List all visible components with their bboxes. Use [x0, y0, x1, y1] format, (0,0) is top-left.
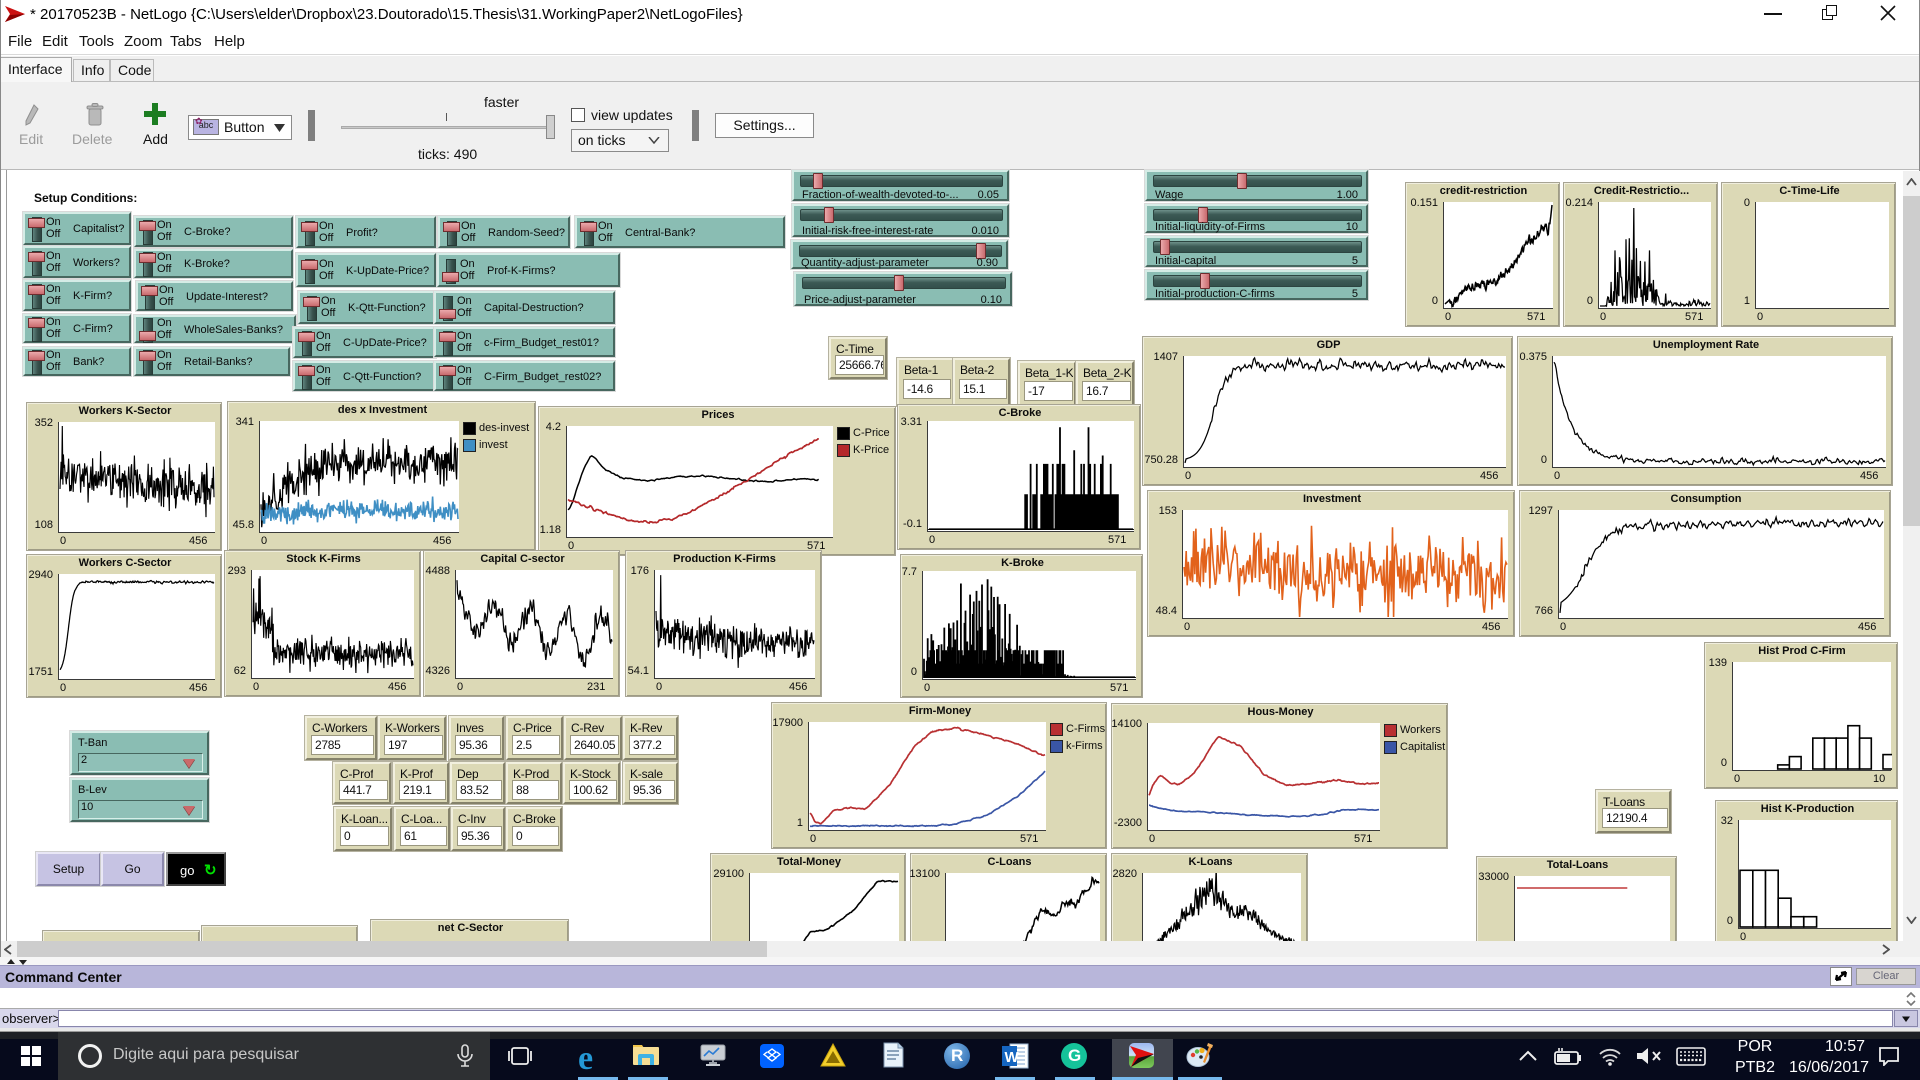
svg-text:W: W: [1005, 1049, 1020, 1066]
